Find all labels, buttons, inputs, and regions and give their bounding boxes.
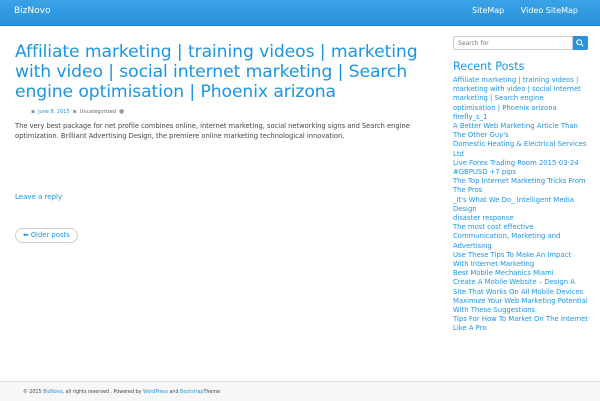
wordpress-link[interactable]: WordPress bbox=[143, 390, 168, 395]
user-icon: ● bbox=[118, 108, 125, 115]
recent-post-link[interactable]: Best Mobile Mechanics Miami bbox=[453, 269, 588, 278]
copyright: © 2015 bbox=[23, 390, 42, 395]
recent-post-link[interactable]: Live Forex Trading Room 2015-03-24 #GBPU… bbox=[453, 159, 588, 177]
recent-post-link[interactable]: Affiliate marketing | training videos | … bbox=[453, 76, 588, 113]
older-posts-button[interactable]: ⬅ Older posts bbox=[15, 228, 78, 243]
calendar-icon: ▪ bbox=[31, 108, 36, 115]
arrow-left-icon: ⬅ bbox=[23, 231, 29, 239]
search-button[interactable] bbox=[572, 36, 588, 50]
footer: © 2015 BizNovo, all rights reserved . Po… bbox=[0, 381, 600, 401]
leave-reply-link[interactable]: Leave a reply bbox=[15, 193, 62, 201]
recent-post-link[interactable]: Use These Tips To Make An Impact With In… bbox=[453, 251, 588, 269]
recent-post-link[interactable]: Domestic Heating & Electrical Services L… bbox=[453, 140, 588, 158]
search-form bbox=[453, 36, 588, 50]
recent-post-link[interactable]: Create A Mobile Website – Design A Site … bbox=[453, 278, 588, 296]
nav-sitemap[interactable]: SiteMap bbox=[472, 6, 504, 15]
top-navbar: BizNovo SiteMap Video SiteMap bbox=[0, 0, 600, 26]
post-date[interactable]: June 8, 2015 bbox=[38, 109, 70, 115]
search-input[interactable] bbox=[453, 36, 573, 50]
recent-post-link[interactable]: firefly_s_1 bbox=[453, 113, 588, 122]
footer-site-link[interactable]: BizNovo bbox=[43, 390, 62, 395]
search-icon bbox=[576, 39, 584, 47]
recent-post-link[interactable]: Maximize Your Web Marketing Potential Wi… bbox=[453, 297, 588, 315]
nav-links: SiteMap Video SiteMap bbox=[458, 6, 578, 15]
post-title[interactable]: Affiliate marketing | training videos | … bbox=[15, 42, 425, 102]
recent-post-link[interactable]: Tips For How To Market On The Internet L… bbox=[453, 315, 588, 333]
recent-posts-heading: Recent Posts bbox=[453, 60, 525, 73]
recent-post-link[interactable]: The most cost effective Communication, M… bbox=[453, 223, 588, 251]
footer-rights: , all rights reserved . Powered by bbox=[62, 390, 142, 395]
recent-post-link[interactable]: The Top Internet Marketing Tricks From T… bbox=[453, 177, 588, 195]
footer-text: © 2015 BizNovo, all rights reserved . Po… bbox=[23, 390, 220, 395]
post-category[interactable]: Uncategorized bbox=[80, 109, 116, 115]
post-excerpt: The very best package for net profile co… bbox=[15, 122, 410, 140]
recent-post-link[interactable]: A Better Web Marketing Article Than The … bbox=[453, 122, 588, 140]
sidebar: Recent Posts Affiliate marketing | train… bbox=[453, 36, 588, 334]
main-content: Affiliate marketing | training videos | … bbox=[15, 42, 425, 141]
site-brand[interactable]: BizNovo bbox=[14, 6, 50, 16]
recent-post-link[interactable]: disaster response bbox=[453, 214, 588, 223]
bootstrap-link[interactable]: Bootstrap bbox=[180, 390, 203, 395]
older-posts-label: Older posts bbox=[30, 231, 70, 239]
post-meta: ▪ June 8, 2015 ▪ Uncategorized ● bbox=[31, 108, 425, 115]
recent-post-link[interactable]: _It's What We Do_ Intelligent Media Desi… bbox=[453, 196, 588, 214]
footer-and: and bbox=[169, 390, 179, 395]
folder-icon: ▪ bbox=[72, 108, 77, 115]
nav-video-sitemap[interactable]: Video SiteMap bbox=[521, 6, 578, 15]
footer-theme: Theme bbox=[203, 390, 220, 395]
recent-posts-list: Affiliate marketing | training videos | … bbox=[453, 76, 588, 334]
